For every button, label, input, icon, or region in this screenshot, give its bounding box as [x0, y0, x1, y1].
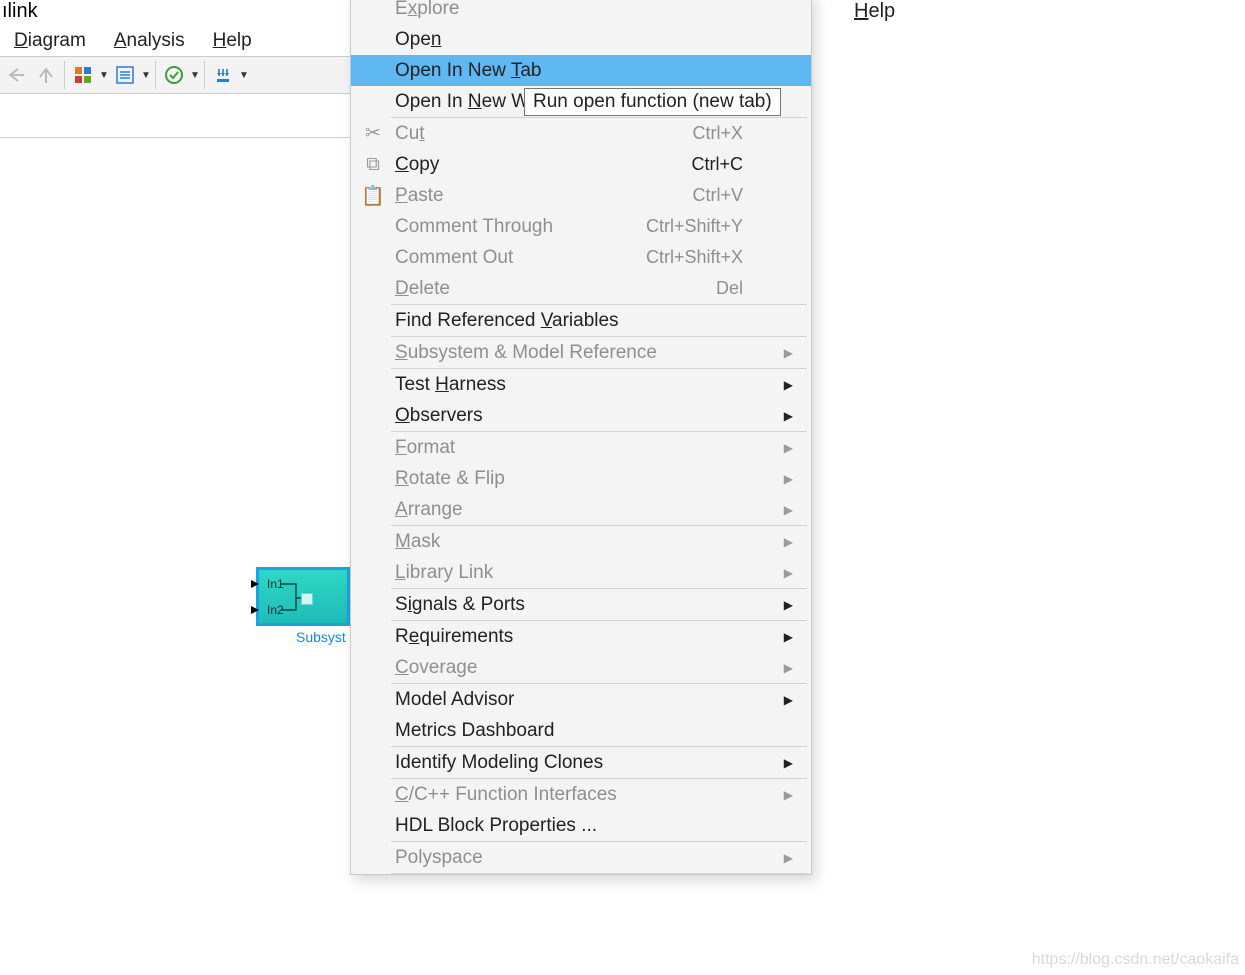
ctx-arrange[interactable]: Arrange▶ — [351, 494, 811, 525]
menu-diagram[interactable]: Diagram — [6, 26, 94, 56]
input-port-1[interactable] — [251, 580, 259, 588]
submenu-arrow-icon: ▶ — [784, 503, 793, 517]
ctx-find-ref-vars[interactable]: Find Referenced Variables — [351, 305, 811, 336]
submenu-arrow-icon: ▶ — [784, 756, 793, 770]
paste-icon: 📋 — [363, 186, 383, 206]
submenu-arrow-icon: ▶ — [784, 378, 793, 392]
menu-help-2[interactable]: Help — [854, 0, 895, 23]
input-port-2[interactable] — [251, 606, 259, 614]
submenu-arrow-icon: ▶ — [784, 346, 793, 360]
menu-help[interactable]: Help — [205, 26, 260, 56]
submenu-arrow-icon: ▶ — [784, 535, 793, 549]
ctx-comment-through[interactable]: Comment ThroughCtrl+Shift+Y — [351, 211, 811, 242]
ctx-requirements[interactable]: Requirements▶ — [351, 621, 811, 652]
submenu-arrow-icon: ▶ — [784, 630, 793, 644]
menu-analysis[interactable]: Analysis — [106, 26, 193, 56]
block-caption[interactable]: Subsyst — [296, 629, 346, 645]
title-fragment: ılink — [2, 0, 38, 23]
subsystem-block[interactable]: In1 In2 — [256, 567, 350, 626]
nav-up-button[interactable] — [32, 61, 60, 89]
ctx-format[interactable]: Format▶ — [351, 432, 811, 463]
ctx-c-cpp-interfaces[interactable]: C/C++ Function Interfaces▶ — [351, 779, 811, 810]
toolbar-separator — [155, 61, 156, 89]
dropdown-icon[interactable]: ▼ — [239, 70, 249, 81]
ctx-metrics-dashboard[interactable]: Metrics Dashboard — [351, 715, 811, 746]
submenu-arrow-icon: ▶ — [784, 661, 793, 675]
ctx-library-link[interactable]: Library Link▶ — [351, 557, 811, 588]
block-inner-icon — [301, 593, 313, 605]
ctx-rotate-flip[interactable]: Rotate & Flip▶ — [351, 463, 811, 494]
build-button[interactable] — [209, 61, 237, 89]
submenu-arrow-icon: ▶ — [784, 598, 793, 612]
tooltip: Run open function (new tab) — [524, 88, 781, 116]
submenu-arrow-icon: ▶ — [784, 409, 793, 423]
ctx-copy[interactable]: ⧉ CopyCtrl+C — [351, 149, 811, 180]
breadcrumb-bar — [0, 94, 350, 138]
ctx-mask[interactable]: Mask▶ — [351, 526, 811, 557]
menubar: Diagram Analysis Help — [6, 26, 260, 56]
ctx-explore[interactable]: Explore — [351, 0, 811, 24]
submenu-arrow-icon: ▶ — [784, 693, 793, 707]
submenu-arrow-icon: ▶ — [784, 851, 793, 865]
ctx-cut[interactable]: ✂ CutCtrl+X — [351, 118, 811, 149]
ctx-hdl-block-props[interactable]: HDL Block Properties ... — [351, 810, 811, 841]
model-browser-button[interactable] — [69, 61, 97, 89]
nav-back-button[interactable] — [2, 61, 30, 89]
watermark: https://blog.csdn.net/caokaifa — [1032, 951, 1239, 969]
check-circle-icon — [164, 65, 184, 85]
ctx-signals-ports[interactable]: Signals & Ports▶ — [351, 589, 811, 620]
dropdown-icon[interactable]: ▼ — [99, 70, 109, 81]
ctx-coverage[interactable]: Coverage▶ — [351, 652, 811, 683]
toolbar-separator — [204, 61, 205, 89]
diagram-canvas[interactable]: In1 In2 Subsyst — [0, 150, 350, 975]
ctx-paste[interactable]: 📋 PasteCtrl+V — [351, 180, 811, 211]
submenu-arrow-icon: ▶ — [784, 788, 793, 802]
ctx-separator — [391, 873, 807, 874]
ctx-delete[interactable]: DeleteDel — [351, 273, 811, 304]
ctx-model-advisor[interactable]: Model Advisor▶ — [351, 684, 811, 715]
dropdown-icon[interactable]: ▼ — [141, 70, 151, 81]
update-diagram-button[interactable] — [160, 61, 188, 89]
toolbar-separator — [64, 61, 65, 89]
ctx-open[interactable]: Open — [351, 24, 811, 55]
ctx-comment-out[interactable]: Comment OutCtrl+Shift+X — [351, 242, 811, 273]
ctx-observers[interactable]: Observers▶ — [351, 400, 811, 431]
dropdown-icon[interactable]: ▼ — [190, 70, 200, 81]
scissors-icon: ✂ — [363, 124, 383, 144]
ctx-identify-clones[interactable]: Identify Modeling Clones▶ — [351, 747, 811, 778]
context-menu: Explore Open Open In New Tab Open In New… — [350, 0, 812, 875]
library-browser-button[interactable] — [111, 61, 139, 89]
grid-icon — [73, 65, 93, 85]
submenu-arrow-icon: ▶ — [784, 441, 793, 455]
ctx-subsystem-modelref[interactable]: Subsystem & Model Reference▶ — [351, 337, 811, 368]
arrow-up-icon — [36, 65, 56, 85]
submenu-arrow-icon: ▶ — [784, 566, 793, 580]
ctx-polyspace[interactable]: Polyspace▶ — [351, 842, 811, 873]
toolbar: ▼ ▼ ▼ ▼ — [0, 56, 350, 94]
download-arrows-icon — [213, 65, 233, 85]
arrow-left-icon — [6, 65, 26, 85]
copy-icon: ⧉ — [363, 155, 383, 175]
submenu-arrow-icon: ▶ — [784, 472, 793, 486]
ctx-test-harness[interactable]: Test Harness▶ — [351, 369, 811, 400]
app-window: ılink Diagram Analysis Help Help ▼ ▼ ▼ — [0, 0, 1245, 975]
list-icon — [115, 65, 135, 85]
ctx-open-new-tab[interactable]: Open In New Tab — [351, 55, 811, 86]
